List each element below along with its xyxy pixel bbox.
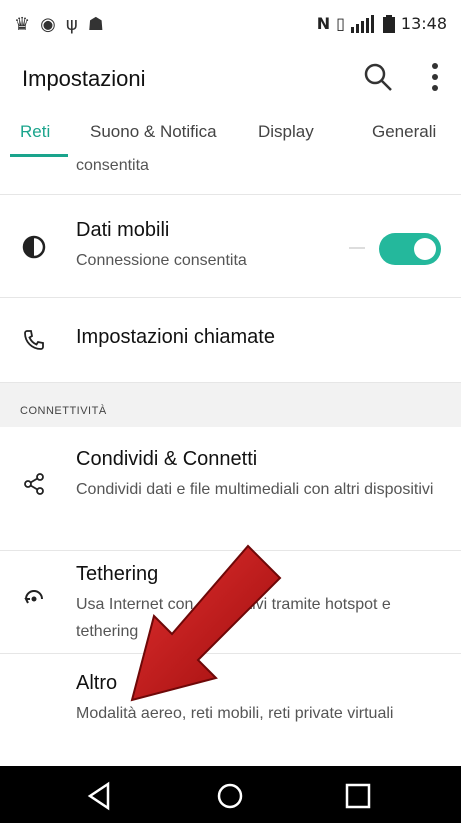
altro-row[interactable]: Altro Modalità aereo, reti mobili, reti … — [0, 654, 461, 766]
tethering-row[interactable]: Tethering Usa Internet con dispositivi t… — [0, 551, 461, 654]
status-bar: ♛ ◉ ψ ☗ N ▯ 13:48 — [0, 0, 461, 52]
toggle-divider — [349, 247, 365, 249]
nfc-icon: N — [316, 14, 331, 33]
android-icon: ☗ — [87, 14, 104, 35]
settings-list: consentita Dati mobili Connessione conse… — [0, 158, 461, 766]
status-time: 13:48 — [400, 14, 447, 33]
tab-generali[interactable]: Generali — [372, 122, 436, 142]
tab-suono-notifica[interactable]: Suono & Notifica — [90, 122, 217, 142]
tab-indicator — [10, 154, 68, 157]
status-left-icons: ♛ ◉ ψ ☗ — [14, 14, 104, 35]
navigation-bar — [0, 766, 461, 823]
more-vert-icon[interactable] — [423, 60, 447, 94]
partial-row[interactable]: consentita — [0, 158, 461, 195]
vibrate-icon: ▯ — [336, 14, 345, 33]
notification-icon-2: ◉ — [40, 14, 56, 35]
condividi-connetti-subtitle: Condividi dati e file multimediali con a… — [76, 481, 434, 498]
section-header-connettivita: CONNETTIVITÀ — [20, 405, 107, 417]
status-right: N ▯ 13:48 — [317, 14, 447, 33]
share-icon — [24, 473, 44, 495]
condividi-connetti-title: Condividi & Connetti — [76, 448, 258, 470]
section-header-bar: CONNETTIVITÀ — [0, 383, 461, 427]
toggle-knob — [414, 238, 436, 260]
condividi-connetti-row[interactable]: Condividi & Connetti Condividi dati e fi… — [0, 428, 461, 551]
back-icon[interactable] — [84, 780, 116, 812]
usb-icon: ψ — [65, 14, 78, 35]
partial-row-text: consentita — [76, 158, 149, 174]
impostazioni-chiamate-title: Impostazioni chiamate — [76, 326, 275, 348]
home-icon[interactable] — [214, 780, 246, 812]
battery-icon — [382, 14, 395, 33]
tethering-title: Tethering — [76, 563, 159, 585]
dati-mobili-toggle[interactable] — [379, 233, 441, 265]
tab-display[interactable]: Display — [258, 122, 314, 142]
hotspot-icon — [24, 590, 43, 604]
search-icon[interactable] — [363, 62, 393, 92]
tab-reti[interactable]: Reti — [20, 122, 50, 142]
dati-mobili-title: Dati mobili — [76, 219, 170, 241]
phone-icon — [24, 330, 44, 350]
data-usage-icon — [22, 235, 46, 259]
app-bar: Impostazioni — [0, 52, 461, 108]
impostazioni-chiamate-row[interactable]: Impostazioni chiamate — [0, 298, 461, 383]
page-title: Impostazioni — [22, 66, 146, 91]
tethering-subtitle: Usa Internet con dispositivi tramite hot… — [76, 596, 391, 640]
altro-subtitle: Modalità aereo, reti mobili, reti privat… — [76, 705, 394, 722]
notification-icon-1: ♛ — [14, 14, 31, 35]
altro-title: Altro — [76, 672, 118, 694]
signal-icon — [350, 14, 374, 33]
tab-bar: Reti Suono & Notifica Display Generali — [0, 108, 461, 159]
dati-mobili-row[interactable]: Dati mobili Connessione consentita — [0, 195, 461, 298]
recents-icon[interactable] — [342, 780, 374, 812]
